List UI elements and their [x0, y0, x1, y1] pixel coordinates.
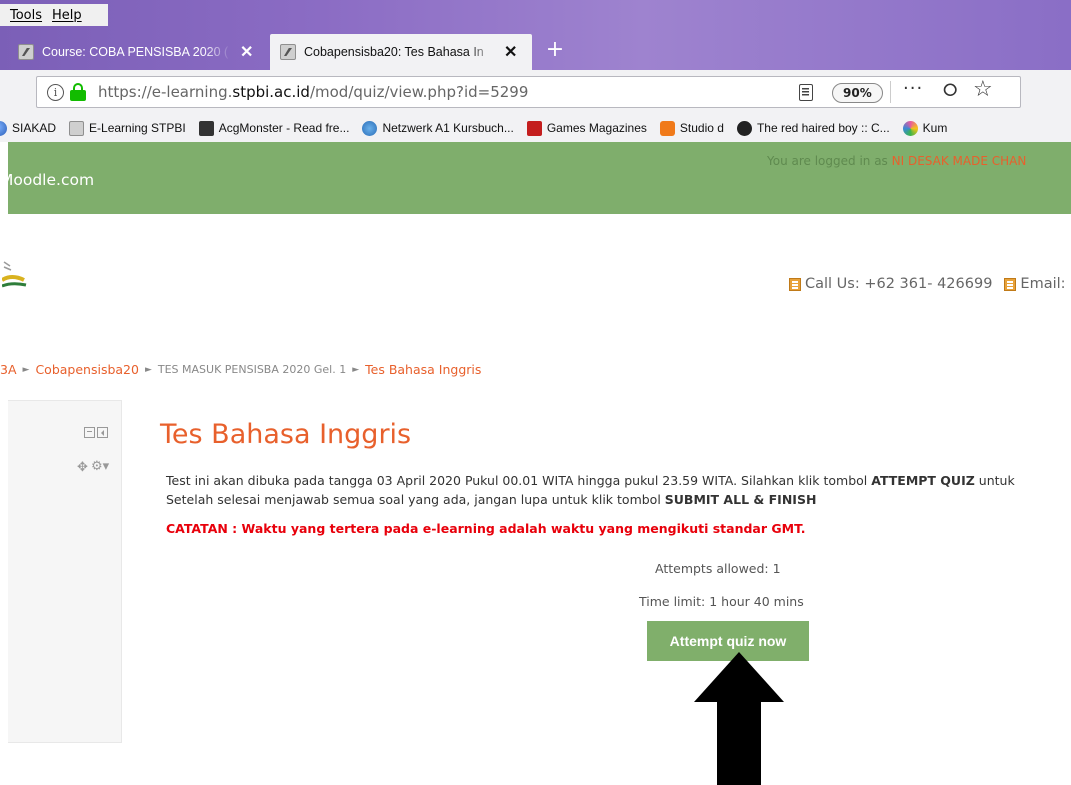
tab-close-icon[interactable]: ✕ [504, 42, 517, 62]
moodle-favicon-icon [18, 44, 34, 60]
breadcrumb-item-cobapensisba20[interactable]: Cobapensisba20 [35, 362, 139, 377]
tab-quiz[interactable]: Cobapensisba20: Tes Bahasa In ✕ [270, 34, 532, 70]
bookmark-label: The red haired boy :: C... [756, 121, 890, 135]
time-limit: Time limit: 1 hour 40 mins [639, 594, 804, 609]
bookmark-netzwerk[interactable]: Netzwerk A1 Kursbuch... [362, 120, 514, 136]
email-text: Email: [1020, 276, 1066, 292]
call-us-text: Call Us: +62 361- 426699 [805, 276, 993, 292]
description-text: Setelah selesai menjawab semua soal yang… [166, 492, 665, 507]
lock-icon[interactable] [70, 83, 86, 101]
gmt-notice: CATATAN : Waktu yang tertera pada e-lear… [166, 521, 806, 536]
netzwerk-icon [362, 120, 378, 136]
blogger-icon [659, 120, 675, 136]
face-icon [736, 120, 752, 136]
navigation-bar: i https://e-learning.stpbi.ac.id/mod/qui… [0, 70, 1071, 114]
attempts-allowed: Attempts allowed: 1 [655, 561, 781, 576]
bookmark-studio-d[interactable]: Studio d [659, 120, 724, 136]
bookmarks-toolbar: SIAKAD E-Learning STPBI AcgMonster - Rea… [0, 114, 1071, 142]
site-header-bar [8, 142, 1071, 214]
breadcrumb: 3A ► Cobapensisba20 ► TES MASUK PENSISBA… [0, 362, 481, 377]
collapse-block-icon[interactable] [84, 427, 95, 438]
site-info-icon[interactable]: i [47, 83, 64, 101]
move-icon[interactable]: ✥ [77, 460, 88, 475]
page-actions-icon[interactable]: ··· [903, 78, 923, 99]
page-title: Tes Bahasa Inggris [160, 419, 412, 450]
menu-help[interactable]: Help [52, 8, 82, 23]
bookmark-elearning[interactable]: E-Learning STPBI [69, 120, 186, 136]
phone-icon [789, 277, 801, 291]
breadcrumb-separator: ► [22, 364, 30, 375]
tab-title: Cobapensisba20: Tes Bahasa In [304, 45, 484, 59]
bookmark-label: E-Learning STPBI [89, 121, 186, 135]
acg-icon [198, 120, 214, 136]
tab-title: Course: COBA PENSISBA 2020 ( [42, 45, 229, 59]
description-bold: SUBMIT ALL & FINISH [664, 492, 817, 507]
quiz-description: Test ini akan dibuka pada tangga 03 Apri… [166, 471, 1015, 509]
dock-block-icon[interactable] [97, 427, 108, 438]
moodle-favicon-icon [280, 44, 296, 60]
bookmark-red-haired-boy[interactable]: The red haired boy :: C... [736, 120, 890, 136]
bookmark-label: SIAKAD [12, 121, 57, 135]
address-bar[interactable]: i https://e-learning.stpbi.ac.id/mod/qui… [36, 76, 1021, 108]
breadcrumb-separator: ► [144, 364, 152, 375]
breadcrumb-item-course-root[interactable]: 3A [0, 362, 17, 377]
tab-course[interactable]: Course: COBA PENSISBA 2020 ( ✕ [8, 34, 266, 70]
magazine-icon [526, 120, 542, 136]
description-text: Test ini akan dibuka pada tangga 03 Apri… [166, 473, 872, 488]
url-separator [890, 81, 891, 103]
login-user-link[interactable]: NI DESAK MADE CHAN [892, 154, 1027, 168]
login-prefix: You are logged in as [767, 154, 892, 168]
breadcrumb-separator: ► [352, 364, 360, 375]
bookmark-kum[interactable]: Kum [902, 120, 948, 136]
url-text[interactable]: https://e-learning.stpbi.ac.id/mod/quiz/… [98, 83, 528, 101]
block-dock-controls [84, 427, 108, 438]
sidebar-block [8, 400, 122, 743]
moodle-icon [69, 120, 85, 136]
description-line-1: Test ini akan dibuka pada tangga 03 Apri… [166, 471, 1015, 490]
contact-info: Call Us: +62 361- 426699 Email: [789, 276, 1066, 292]
bookmark-label: Netzwerk A1 Kursbuch... [382, 121, 514, 135]
site-logo-icon[interactable] [2, 258, 28, 292]
pocket-icon[interactable]: ⭘ [943, 80, 957, 101]
bookmark-label: Kum [922, 121, 948, 135]
menu-tools[interactable]: Tools [10, 8, 42, 23]
url-domain: stpbi.ac.id [232, 83, 310, 101]
bookmark-star-icon[interactable]: ☆ [973, 77, 993, 102]
login-info: You are logged in as NI DESAK MADE CHAN [767, 154, 1026, 168]
bookmark-label: Games Magazines [546, 121, 647, 135]
reader-view-icon[interactable] [799, 84, 813, 101]
pointer-arrow-icon [694, 652, 784, 785]
zoom-level-badge[interactable]: 90% [832, 83, 883, 103]
globe-icon [0, 120, 7, 136]
bookmark-games-magazines[interactable]: Games Magazines [526, 120, 647, 136]
breadcrumb-item-tes-bahasa[interactable]: Tes Bahasa Inggris [365, 362, 481, 377]
flower-icon [902, 120, 918, 136]
bookmark-label: Studio d [679, 121, 724, 135]
bookmark-label: AcgMonster - Read fre... [218, 121, 350, 135]
breadcrumb-item-tes-masuk[interactable]: TES MASUK PENSISBA 2020 Gel. 1 [158, 363, 346, 376]
site-name[interactable]: Moodle.com [0, 171, 94, 189]
url-prefix: https://e-learning. [98, 83, 233, 101]
tab-close-icon[interactable]: ✕ [240, 42, 253, 62]
gear-icon[interactable]: ⚙▾ [91, 459, 109, 474]
description-text-end: untuk [974, 473, 1015, 488]
menu-bar: Tools Help [0, 4, 108, 26]
bookmark-siakad[interactable]: SIAKAD [0, 120, 57, 136]
new-tab-button[interactable]: + [540, 34, 570, 64]
description-line-2: Setelah selesai menjawab semua soal yang… [166, 490, 1015, 509]
email-icon [1004, 277, 1017, 291]
bookmark-acgmonster[interactable]: AcgMonster - Read fre... [198, 120, 350, 136]
url-suffix: /mod/quiz/view.php?id=5299 [309, 83, 529, 101]
description-bold: ATTEMPT QUIZ [871, 473, 975, 488]
